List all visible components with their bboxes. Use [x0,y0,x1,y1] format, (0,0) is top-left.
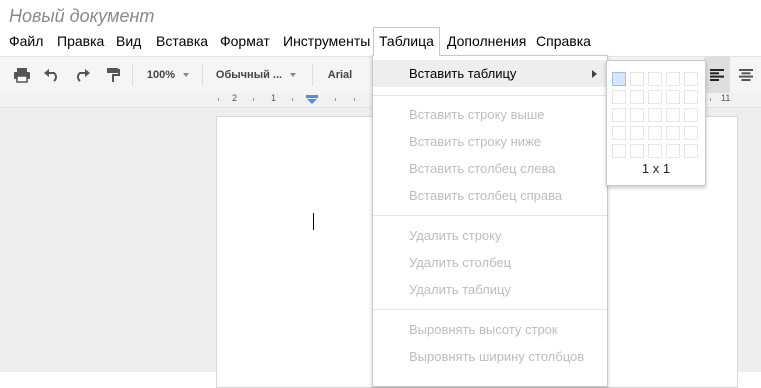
menu-addons[interactable]: Дополнения [447,33,526,49]
table-size-label: 1 x 1 [641,161,671,176]
menu-item-insert-column-right[interactable]: Вставить столбец справа [373,182,607,209]
table-grid-cell[interactable] [612,108,626,122]
undo-icon [44,69,57,82]
table-grid-cell[interactable] [648,144,662,158]
ruler-number: 2 [232,93,238,103]
table-grid-cell[interactable] [630,72,644,86]
ruler-tick [292,98,293,101]
menu-divider [373,309,607,310]
table-grid-cell[interactable] [612,90,626,104]
menu-item-distribute-rows[interactable]: Выровнять высоту строк [373,316,607,343]
ruler-tick [253,98,254,101]
align-left-icon [710,69,724,81]
table-grid-cell[interactable] [684,108,698,122]
menu-item-insert-table[interactable]: Вставить таблицу [373,60,607,87]
print-icon [14,68,30,83]
table-grid-cell[interactable] [666,144,680,158]
menu-item-delete-row[interactable]: Удалить строку [373,222,607,249]
ruler-tick [354,98,355,101]
menu-file[interactable]: Файл [9,33,43,49]
table-grid-cell[interactable] [648,126,662,140]
menu-format[interactable]: Формат [220,33,270,49]
redo-icon [77,69,90,82]
table-grid-cell[interactable] [612,72,626,86]
table-grid-cell[interactable] [684,72,698,86]
menu-help[interactable]: Справка [536,33,591,49]
table-grid-cell[interactable] [630,144,644,158]
menu-tools[interactable]: Инструменты [283,33,370,49]
insert-table-submenu: 1 x 1 [606,60,706,186]
ruler-number: 1 [271,93,277,103]
indent-marker-icon[interactable] [306,95,318,105]
table-grid-cell[interactable] [612,144,626,158]
ruler-tick [218,98,219,101]
chevron-down-icon [290,73,297,77]
menu-edit[interactable]: Правка [57,33,104,49]
table-grid-cell[interactable] [630,126,644,140]
menu-item-insert-column-left[interactable]: Вставить столбец слева [373,155,607,182]
table-grid-cell[interactable] [630,90,644,104]
align-left-button[interactable] [704,57,730,93]
menu-item-distribute-columns[interactable]: Выровнять ширину столбцов [373,343,607,370]
ruler-tick [710,98,711,101]
table-grid-cell[interactable] [666,126,680,140]
table-grid-cell[interactable] [612,126,626,140]
zoom-value: 100% [146,69,176,81]
chevron-down-icon [183,73,190,77]
ruler-number: 11 [721,93,731,103]
table-grid-cell[interactable] [666,108,680,122]
table-grid-cell[interactable] [666,72,680,86]
print-button[interactable] [10,57,34,93]
table-grid-cell[interactable] [684,90,698,104]
menu-divider [373,215,607,216]
menu-item-insert-row-below[interactable]: Вставить строку ниже [373,128,607,155]
menu-divider [373,95,607,96]
paragraph-style-select[interactable]: Обычный ... [210,57,302,93]
toolbar-divider [202,64,203,86]
align-center-icon [739,69,753,81]
menu-item-insert-row-above[interactable]: Вставить строку выше [373,101,607,128]
table-grid-cell[interactable] [648,72,662,86]
font-value: Arial [327,69,353,81]
menu-bar: Файл Правка Вид Вставка Формат Инструмен… [0,27,761,56]
text-cursor [313,213,314,230]
font-select[interactable]: Arial [320,57,360,93]
ruler-tick [335,98,336,101]
table-grid-cell[interactable] [648,108,662,122]
menu-insert[interactable]: Вставка [156,33,208,49]
table-grid-cell[interactable] [684,144,698,158]
undo-button[interactable] [40,57,64,93]
redo-button[interactable] [70,57,94,93]
paragraph-style-value: Обычный ... [215,69,283,81]
table-menu-dropdown: Вставить таблицу Вставить строку выше Вс… [372,55,608,387]
table-grid-cell[interactable] [666,90,680,104]
menu-table[interactable]: Таблица [373,27,440,56]
align-center-button[interactable] [734,57,758,93]
menu-item-delete-column[interactable]: Удалить столбец [373,249,607,276]
table-grid-cell[interactable] [630,108,644,122]
table-grid-cell[interactable] [684,126,698,140]
toolbar-divider [132,64,133,86]
submenu-arrow-icon [592,70,597,78]
toolbar-divider [312,64,313,86]
menu-item-delete-table[interactable]: Удалить таблицу [373,276,607,303]
document-title[interactable]: Новый документ [9,6,154,27]
zoom-select[interactable]: 100% [140,57,196,93]
paint-format-button[interactable] [101,57,125,93]
table-grid-cell[interactable] [648,90,662,104]
menu-item-label: Вставить таблицу [409,66,517,81]
paint-format-icon [107,68,120,82]
menu-view[interactable]: Вид [116,33,141,49]
